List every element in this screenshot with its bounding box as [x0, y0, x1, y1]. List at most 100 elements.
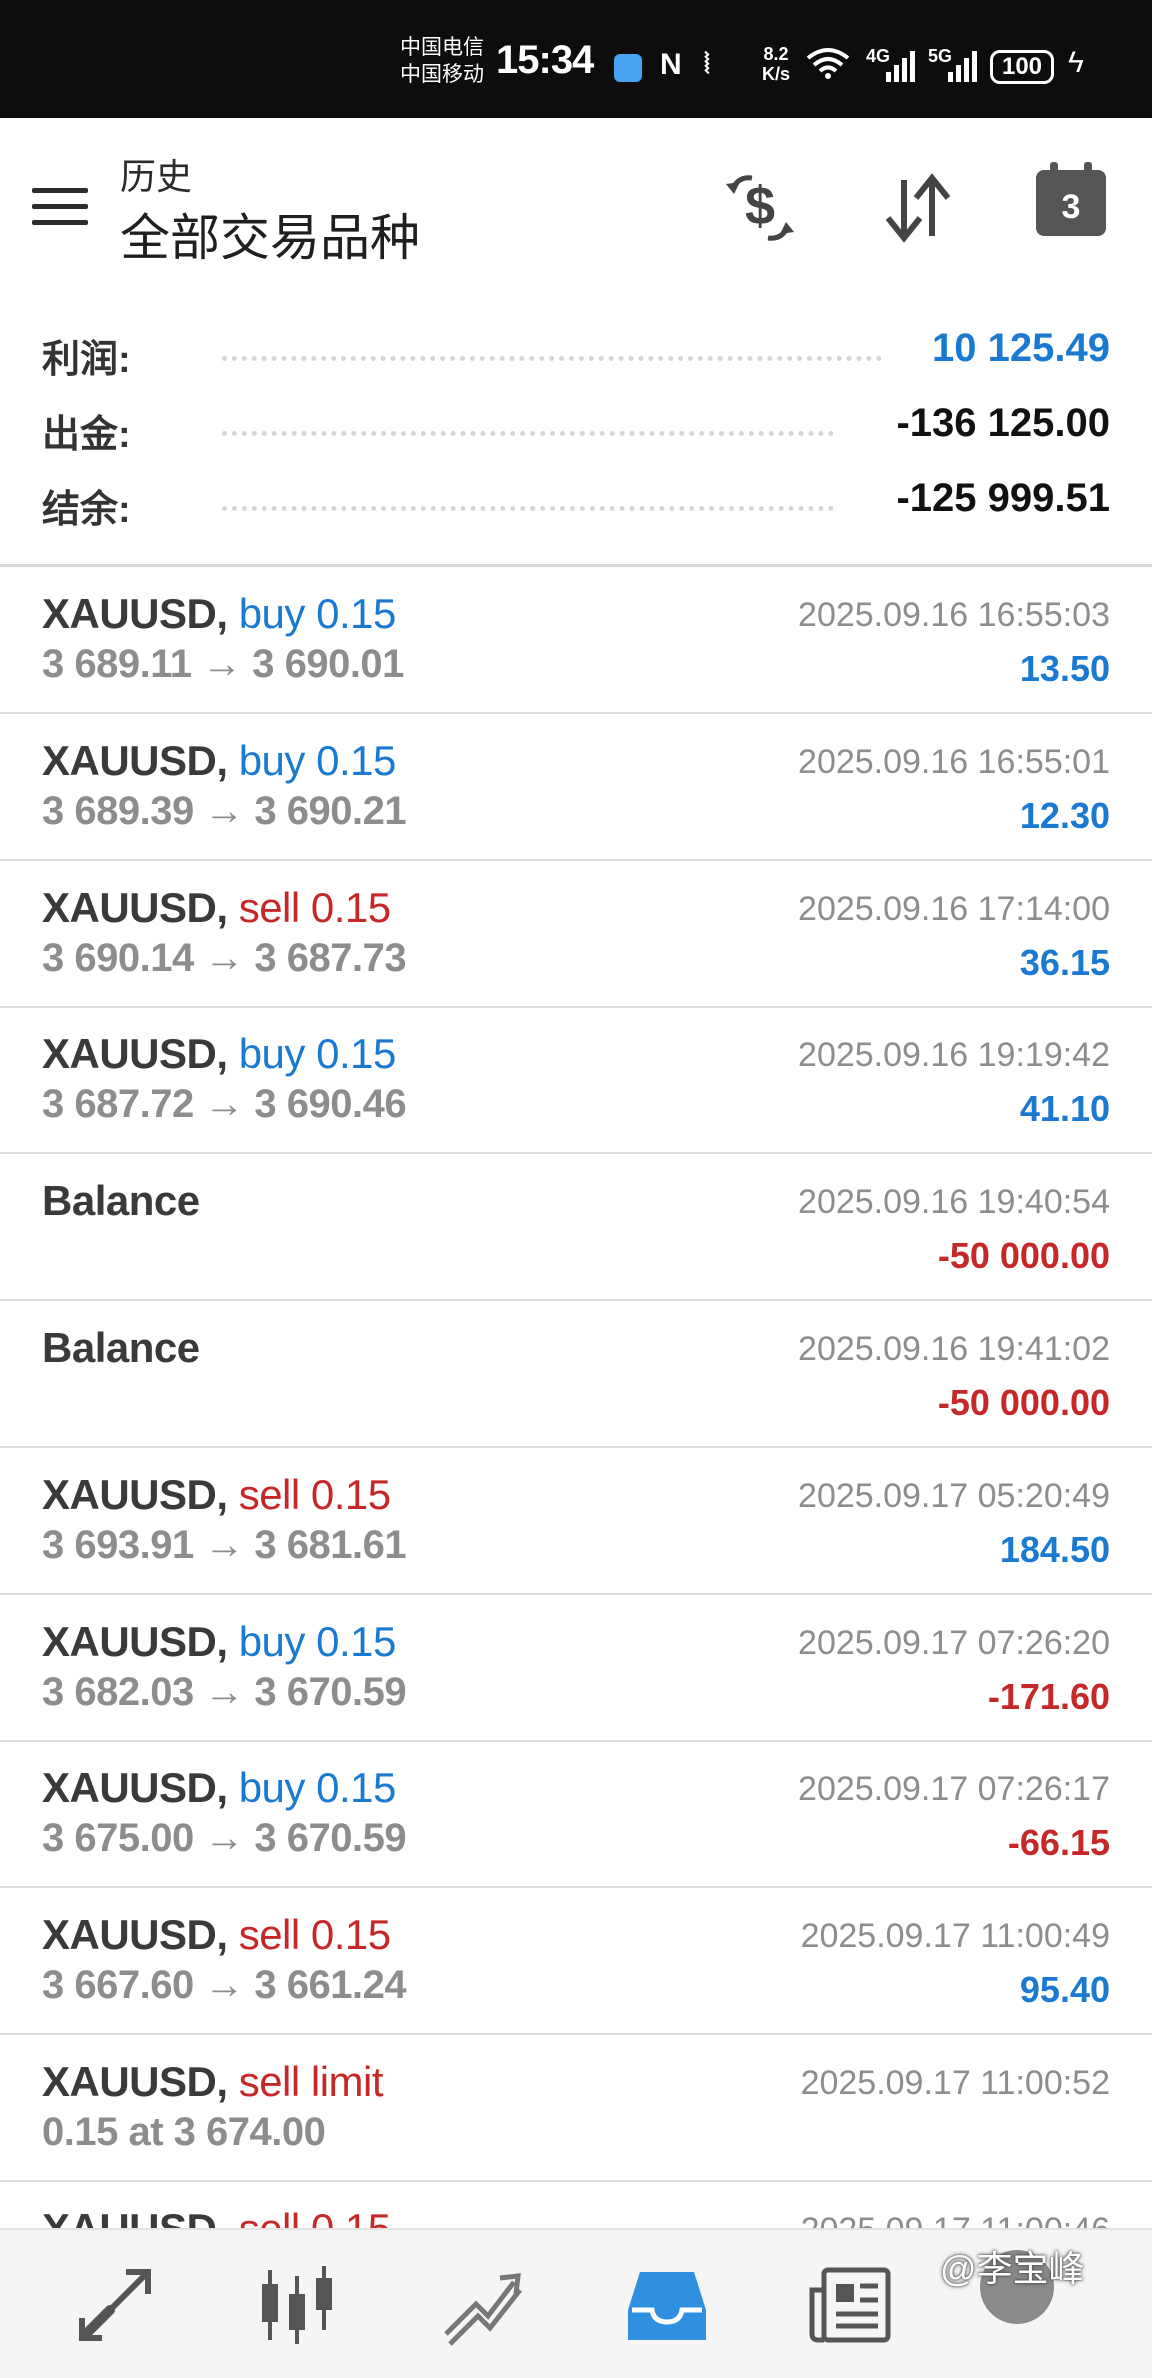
wifi-icon: [806, 46, 850, 88]
deal-profit: -171.60: [987, 1676, 1110, 1717]
deal-type: sell 0.15: [238, 884, 391, 931]
deal-symbol: XAUUSD,: [42, 1471, 228, 1518]
net-speed-unit: K/s: [762, 64, 791, 84]
summary-divider: [0, 564, 1152, 567]
deal-row[interactable]: XAUUSD, sell 0.15 3 690.14 → 3 687.73 2025…: [0, 862, 1152, 1008]
deal-symbol: XAUUSD,: [42, 737, 228, 784]
calendar-icon[interactable]: 3: [1036, 162, 1106, 236]
deal-time: 2025.09.17 11:00:49: [800, 1917, 1110, 1955]
deal-type: buy 0.15: [238, 737, 397, 784]
currency-exchange-icon: $: [726, 175, 794, 241]
deal-prices: 3 675.00 → 3 670.59: [42, 1816, 407, 1860]
deal-time: 2025.09.17 11:00:52: [800, 2064, 1110, 2102]
nav-chart[interactable]: [252, 2260, 342, 2350]
balance-value: -125 999.51: [896, 476, 1110, 520]
deal-symbol: XAUUSD,: [42, 1618, 228, 1665]
net-speed: 8.2 K/s: [762, 44, 790, 84]
deal-profit: 41.10: [1019, 1088, 1110, 1129]
signal-2-bars-icon: [948, 50, 982, 82]
deal-symbol-line: XAUUSD, buy 0.15: [42, 1030, 396, 1078]
deal-time: 2025.09.16 16:55:03: [798, 596, 1110, 634]
deal-time: 2025.09.16 19:40:54: [798, 1183, 1110, 1221]
deal-row[interactable]: XAUUSD, buy 0.15 3 687.72 → 3 690.46 2025.…: [0, 1008, 1152, 1154]
deal-profit: -66.15: [1007, 1822, 1110, 1863]
deal-row[interactable]: XAUUSD, buy 0.15 3 689.39 → 3 690.21 2025.…: [0, 715, 1152, 861]
deal-type: buy 0.15: [238, 1764, 397, 1811]
deal-profit: 13.50: [1019, 648, 1110, 689]
deal-type: sell limit: [238, 2058, 384, 2105]
deal-profit: 12.30: [1019, 795, 1110, 836]
profit-label: 利润:: [42, 339, 131, 381]
withdrawal-label: 出金:: [42, 414, 131, 456]
deal-row[interactable]: XAUUSD, sell limit 0.15 at 3 674.00 2025.0…: [0, 2036, 1152, 2182]
vibrate-icon: ⦚: [704, 48, 710, 79]
dotted-leader: [222, 506, 834, 511]
deal-time: 2025.09.16 17:14:00: [798, 890, 1110, 928]
deal-row[interactable]: XAUUSD, buy 0.15 3 689.11 → 3 690.01 2025.…: [0, 568, 1152, 714]
sort-button[interactable]: [870, 160, 966, 256]
deal-row[interactable]: Balance 2025.09.16 19:40:54 -50 000.00: [0, 1155, 1152, 1301]
history-icon: [628, 2272, 706, 2340]
dotted-leader: [222, 356, 882, 361]
deal-time: 2025.09.17 07:26:20: [798, 1624, 1110, 1662]
summary-balance-row: 结余: -125 999.51: [0, 466, 1152, 536]
deal-symbol: Balance: [42, 1324, 200, 1371]
page-title[interactable]: 全部交易品种: [120, 198, 420, 270]
deal-symbol-line: XAUUSD, sell 0.15: [42, 884, 391, 932]
deal-row[interactable]: XAUUSD, sell 0.15 3 667.60 → 3 661.24 2025…: [0, 1889, 1152, 2035]
nav-history[interactable]: [622, 2260, 712, 2350]
nav-trade[interactable]: [436, 2260, 526, 2350]
deal-prices: 3 693.91 → 3 681.61: [42, 1523, 407, 1567]
app-notification-icon: [614, 54, 642, 82]
deal-time: 2025.09.16 19:41:02: [798, 1330, 1110, 1368]
currency-exchange-button[interactable]: $: [712, 160, 808, 256]
deal-row[interactable]: Balance 2025.09.16 19:41:02 -50 000.00: [0, 1302, 1152, 1448]
deal-symbol: XAUUSD,: [42, 884, 228, 931]
deal-prices: 3 687.72 → 3 690.46: [42, 1082, 407, 1126]
deal-symbol-line: XAUUSD, buy 0.15: [42, 590, 396, 638]
deal-symbol: XAUUSD,: [42, 590, 228, 637]
deal-row[interactable]: XAUUSD, buy 0.15 3 675.00 → 3 670.59 2025.…: [0, 1742, 1152, 1888]
trade-icon: [444, 2273, 522, 2346]
signal-1-bars-icon: [886, 50, 920, 82]
deal-prices: 3 667.60 → 3 661.24: [42, 1963, 407, 2007]
chart-icon: [262, 2266, 332, 2344]
sort-icon: [885, 173, 951, 243]
carrier-2: 中国移动: [400, 63, 484, 86]
deal-time: 2025.09.17 07:26:17: [798, 1770, 1110, 1808]
carrier-1: 中国电信: [400, 36, 484, 59]
deal-symbol-line: XAUUSD, sell 0.15: [42, 1911, 391, 1959]
balance-label: 结余:: [42, 489, 131, 531]
deal-row[interactable]: XAUUSD, sell 0.15 3 693.91 → 3 681.61 2025…: [0, 1449, 1152, 1595]
quotes-icon: [79, 2269, 151, 2341]
deal-symbol-line: XAUUSD, sell 0.15: [42, 1471, 391, 1519]
carrier-names: 中国电信 中国移动: [400, 34, 484, 88]
deal-type: buy 0.15: [238, 590, 397, 637]
nav-news[interactable]: [806, 2260, 896, 2350]
deal-time: 2025.09.16 16:55:01: [798, 743, 1110, 781]
deal-prices: 3 682.03 → 3 670.59: [42, 1670, 407, 1714]
deal-symbol-line: Balance: [42, 1177, 200, 1225]
nfc-icon: N: [660, 48, 682, 81]
profit-value: 10 125.49: [932, 326, 1110, 370]
withdrawal-value: -136 125.00: [896, 401, 1110, 445]
deal-symbol-line: XAUUSD, buy 0.15: [42, 1764, 396, 1812]
deal-prices: 3 689.39 → 3 690.21: [42, 789, 407, 833]
nav-quotes[interactable]: [70, 2260, 160, 2350]
clock: 15:34: [496, 38, 594, 82]
menu-icon[interactable]: [32, 188, 88, 228]
page-subtitle: 历史: [120, 156, 193, 197]
deal-profit: 184.50: [999, 1529, 1110, 1570]
deal-type: buy 0.15: [238, 1030, 397, 1077]
deal-symbol: XAUUSD,: [42, 2058, 228, 2105]
deal-row[interactable]: XAUUSD, buy 0.15 3 682.03 → 3 670.59 2025.…: [0, 1596, 1152, 1742]
summary-withdrawal-row: 出金: -136 125.00: [0, 391, 1152, 461]
summary-profit-row: 利润: 10 125.49: [0, 316, 1152, 386]
deal-symbol: Balance: [42, 1177, 200, 1224]
deal-type: sell 0.15: [238, 1911, 391, 1958]
deal-time: 2025.09.17 05:20:49: [798, 1477, 1110, 1515]
deal-type: buy 0.15: [238, 1618, 397, 1665]
status-bar: 中国电信 中国移动 15:34 N ⦚ 8.2 K/s 4G 5G 100 ϟ: [0, 0, 1152, 118]
charging-icon: ϟ: [1068, 46, 1084, 79]
news-icon: [809, 2267, 891, 2343]
